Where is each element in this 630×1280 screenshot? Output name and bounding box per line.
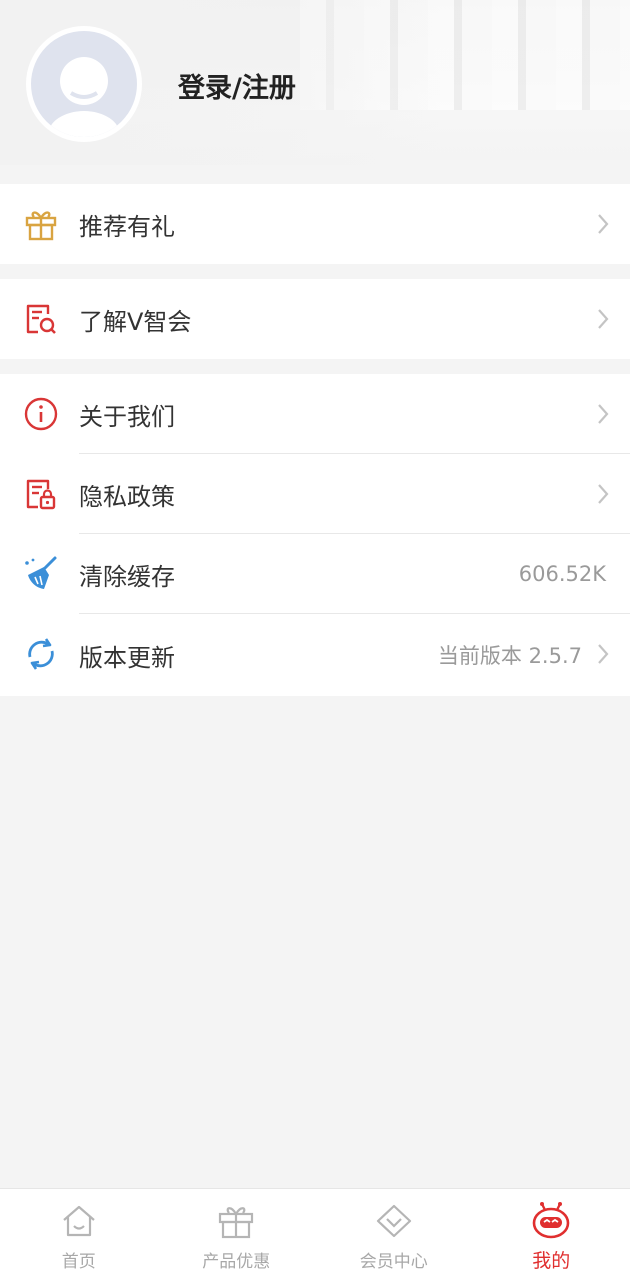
tab-member-center[interactable]: 会员中心 — [315, 1189, 473, 1280]
gift-icon — [219, 1207, 254, 1239]
menu-item-referral[interactable]: 推荐有礼 — [0, 184, 630, 264]
document-search-icon — [26, 304, 56, 334]
profile-header: 登录/注册 — [0, 0, 630, 165]
menu-item-privacy[interactable]: 隐私政策 — [0, 454, 630, 534]
chevron-right-icon — [598, 309, 609, 329]
cache-size-value: 606.52K — [518, 562, 606, 586]
bottom-tab-bar: 首页 产品优惠 会员中心 我的 — [0, 1188, 630, 1280]
tab-product-offers[interactable]: 产品优惠 — [158, 1189, 316, 1280]
referral-card: 推荐有礼 — [0, 184, 630, 264]
about-v-card: 了解V智会 — [0, 279, 630, 359]
avatar[interactable] — [26, 26, 142, 142]
tab-mine[interactable]: 我的 — [473, 1189, 630, 1280]
chevron-right-icon — [598, 214, 609, 234]
default-avatar-icon — [31, 31, 137, 137]
menu-label-referral: 推荐有礼 — [79, 212, 175, 241]
diamond-icon — [376, 1204, 411, 1238]
document-lock-icon — [26, 479, 56, 510]
login-register-link[interactable]: 登录/注册 — [178, 66, 296, 105]
info-icon — [24, 397, 58, 431]
menu-item-about-v[interactable]: 了解V智会 — [0, 279, 630, 359]
chevron-right-icon — [598, 644, 609, 664]
gift-icon — [25, 211, 57, 241]
home-icon — [63, 1205, 95, 1237]
menu-label-clear-cache: 清除缓存 — [79, 562, 175, 591]
chevron-right-icon — [598, 404, 609, 424]
tab-home[interactable]: 首页 — [0, 1189, 158, 1280]
tab-label-home: 首页 — [61, 1252, 96, 1272]
menu-label-about-v: 了解V智会 — [79, 307, 192, 336]
tab-label-mine: 我的 — [532, 1250, 571, 1272]
menu-item-about-us[interactable]: 关于我们 — [0, 374, 630, 454]
menu-label-about-us: 关于我们 — [79, 402, 175, 431]
menu-label-privacy: 隐私政策 — [79, 482, 175, 511]
refresh-icon — [28, 638, 54, 670]
current-version-value: 当前版本 2.5.7 — [437, 644, 582, 668]
broom-icon — [25, 556, 57, 589]
robot-face-icon — [532, 1202, 570, 1239]
menu-item-clear-cache[interactable]: 清除缓存 606.52K — [0, 534, 630, 614]
chevron-right-icon — [598, 484, 609, 504]
tab-label-member-center: 会员中心 — [359, 1252, 428, 1272]
menu-item-update[interactable]: 版本更新 当前版本 2.5.7 — [0, 614, 630, 696]
tab-label-product-offers: 产品优惠 — [202, 1252, 271, 1272]
menu-label-update: 版本更新 — [79, 643, 175, 672]
settings-card: 关于我们 隐私政策 清除缓存 606.52K 版本更新 当前版本 2.5.7 — [0, 374, 630, 696]
